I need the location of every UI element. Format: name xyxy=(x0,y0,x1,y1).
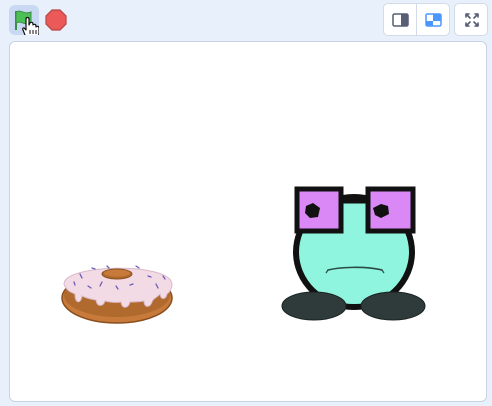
character-sprite[interactable] xyxy=(280,184,430,324)
stage-player xyxy=(0,0,492,406)
stop-icon xyxy=(45,9,67,31)
fullscreen-icon xyxy=(465,13,479,27)
normal-stage-icon xyxy=(425,13,442,27)
small-stage-button[interactable] xyxy=(383,3,417,36)
normal-stage-button[interactable] xyxy=(416,3,450,36)
donut-sprite[interactable] xyxy=(60,254,178,326)
fullscreen-button[interactable] xyxy=(454,3,488,36)
green-flag-button[interactable] xyxy=(9,5,39,35)
green-flag-icon xyxy=(15,10,39,35)
small-stage-icon xyxy=(392,13,409,27)
stage-canvas[interactable] xyxy=(9,41,487,402)
stop-button[interactable] xyxy=(41,5,71,35)
stage-toolbar xyxy=(0,0,492,40)
